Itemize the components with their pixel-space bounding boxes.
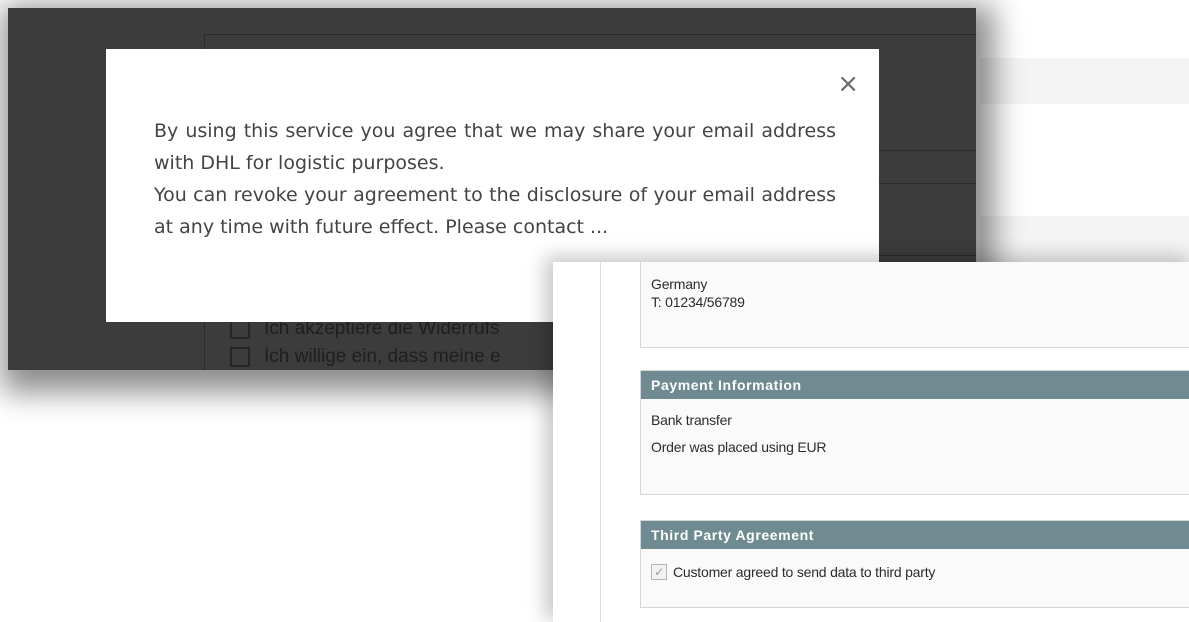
section-title: Payment Information	[641, 371, 1189, 399]
payment-information-section: Payment Information Bank transfer Order …	[640, 370, 1189, 495]
modal-body: By using this service you agree that we …	[154, 115, 836, 243]
checkbox[interactable]	[230, 347, 250, 367]
checkbox-label: Ich willige ein, dass meine e	[264, 346, 501, 367]
section-title: Third Party Agreement	[641, 521, 1189, 549]
address-phone: T: 01234/56789	[651, 294, 745, 310]
agreement-label: Customer agreed to send data to third pa…	[673, 564, 936, 580]
payment-method: Bank transfer	[651, 412, 732, 428]
checkbox[interactable]	[230, 319, 250, 339]
address-section: Germany T: 01234/56789	[640, 262, 1189, 348]
agreement-row: ✓ Customer agreed to send data to third p…	[641, 549, 1189, 581]
agreement-checkbox-checked-icon: ✓	[651, 564, 667, 581]
modal-paragraph: You can revoke your agreement to the dis…	[154, 184, 836, 238]
close-icon[interactable]: ×	[837, 71, 859, 97]
order-currency-note: Order was placed using EUR	[651, 439, 827, 455]
admin-order-screenshot: Germany T: 01234/56789 Payment Informati…	[553, 262, 1189, 622]
sidebar-divider	[600, 262, 601, 622]
email-consent-row[interactable]: Ich willige ein, dass meine e	[230, 346, 501, 368]
address-country: Germany	[651, 276, 708, 292]
third-party-agreement-section: Third Party Agreement ✓ Customer agreed t…	[640, 520, 1189, 608]
modal-paragraph: By using this service you agree that we …	[154, 120, 836, 174]
background-band	[980, 216, 1189, 262]
background-band	[980, 58, 1189, 104]
